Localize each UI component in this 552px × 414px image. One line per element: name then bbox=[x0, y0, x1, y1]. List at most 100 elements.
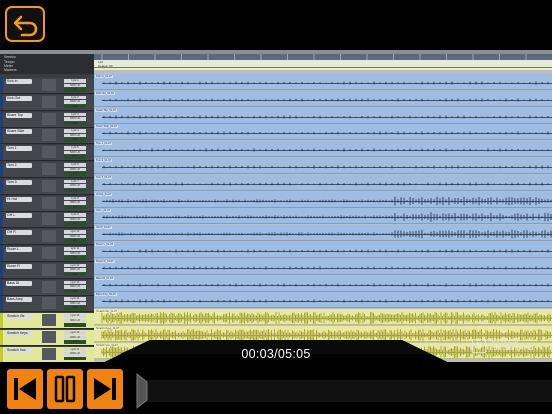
track-header[interactable]: HI Hat Lyric 8 MOK LR 0.0 bbox=[0, 195, 94, 217]
track-name[interactable]: Snare Side bbox=[6, 129, 32, 135]
output-selector[interactable]: MOK LR bbox=[64, 83, 86, 87]
scrubber-track[interactable] bbox=[136, 380, 552, 402]
track-lane[interactable]: Kick Out_01-01 bbox=[94, 90, 552, 107]
output-selector[interactable]: MOK LR bbox=[64, 301, 86, 306]
scrubber-thumb[interactable] bbox=[132, 366, 154, 414]
track-name[interactable]: Tom 1 bbox=[6, 146, 32, 152]
output-selector[interactable]: MOK LR bbox=[64, 268, 86, 272]
track-name[interactable]: Scratch Gtr bbox=[6, 314, 32, 320]
output-selector[interactable]: MOK LR bbox=[64, 335, 86, 339]
input-selector[interactable]: Lyric 10 bbox=[64, 230, 86, 234]
track-name[interactable]: Kick Out bbox=[6, 95, 32, 101]
track-name[interactable]: OH L bbox=[6, 213, 32, 219]
track-name[interactable]: OH R bbox=[6, 230, 32, 236]
track-header[interactable]: Scratch Gtr Lyric 15 MOK LR 0.0 bbox=[0, 313, 94, 335]
track-name[interactable]: Tom 2 bbox=[6, 163, 32, 168]
track-header[interactable]: Snare Side Lyric 4 MOK LR 0.0 bbox=[0, 128, 94, 150]
input-selector[interactable]: Lyric 4 bbox=[64, 129, 86, 133]
output-selector[interactable]: MOK LR bbox=[64, 234, 86, 239]
input-selector[interactable]: Lyric 9 bbox=[64, 213, 86, 217]
insert-slots[interactable] bbox=[42, 314, 56, 327]
insert-slots[interactable] bbox=[42, 247, 56, 259]
insert-slots[interactable] bbox=[42, 230, 56, 243]
track-header[interactable]: Snare Top Lyric 3 MOK LR 0.0 bbox=[0, 111, 94, 133]
back-button[interactable] bbox=[5, 6, 45, 42]
track-lane[interactable]: Room L_01-07 bbox=[94, 242, 552, 258]
input-selector[interactable]: Lyric 2 bbox=[64, 95, 86, 100]
track-header[interactable]: Tom 1 Lyric 5 MOK LR 0.0 bbox=[0, 145, 94, 167]
insert-slots[interactable] bbox=[42, 179, 56, 192]
track-name[interactable]: Kick In bbox=[6, 79, 32, 84]
output-selector[interactable]: MOK LR bbox=[64, 201, 86, 205]
track-header[interactable]: OH L Lyric 9 MOK LR 0.0 bbox=[0, 212, 94, 234]
output-selector[interactable]: MOK LR bbox=[64, 167, 86, 171]
output-selector[interactable]: MOK LR bbox=[64, 251, 86, 255]
input-selector[interactable]: Lyric 14 bbox=[64, 297, 86, 301]
insert-slots[interactable] bbox=[42, 95, 56, 108]
insert-slots[interactable] bbox=[42, 163, 56, 175]
input-selector[interactable]: Lyric 1 bbox=[64, 79, 86, 83]
insert-slots[interactable] bbox=[42, 297, 56, 310]
output-selector[interactable]: MOK LR bbox=[64, 285, 86, 289]
output-selector[interactable]: MOK LR bbox=[64, 217, 86, 222]
track-header[interactable]: Tom 2 Lyric 6 MOK LR 0.0 bbox=[0, 162, 94, 183]
track-lane[interactable]: OH L_01-07 bbox=[94, 208, 552, 225]
output-selector[interactable]: MOK LR bbox=[64, 100, 86, 104]
input-selector[interactable]: Lyric 16 bbox=[64, 331, 86, 335]
track-header[interactable]: Room L Lyric 11 MOK LR 0.0 bbox=[0, 246, 94, 267]
input-selector[interactable]: Lyric 11 bbox=[64, 247, 86, 251]
track-lane[interactable]: Room R_01-07 bbox=[94, 258, 552, 275]
output-selector[interactable]: MOK LR bbox=[64, 133, 86, 138]
track-lane[interactable]: Kick In_01-07 bbox=[94, 74, 552, 90]
insert-slots[interactable] bbox=[42, 280, 56, 293]
track-lane[interactable]: Snare Top_01-07 bbox=[94, 107, 552, 124]
input-selector[interactable]: Lyric 8 bbox=[64, 196, 86, 201]
output-selector[interactable]: MOK LR bbox=[64, 184, 86, 188]
next-button[interactable] bbox=[87, 369, 123, 409]
insert-slots[interactable] bbox=[42, 196, 56, 209]
track-lane[interactable]: Snare Side_01-07 bbox=[94, 124, 552, 141]
track-name[interactable]: HI Hat bbox=[6, 196, 32, 202]
track-lane[interactable]: Tom 2_01-07 bbox=[94, 158, 552, 174]
previous-button[interactable] bbox=[7, 369, 43, 409]
track-header[interactable]: Room R Lyric 12 MOK LR 0.0 bbox=[0, 262, 94, 284]
input-selector[interactable]: Lyric 3 bbox=[64, 112, 86, 117]
track-lane[interactable]: Bass DI_01-07 bbox=[94, 275, 552, 292]
track-header[interactable]: OH R Lyric 10 MOK LR 0.0 bbox=[0, 229, 94, 251]
track-header[interactable]: Tom 3 Lyric 7 MOK LR 0.0 bbox=[0, 178, 94, 200]
track-lane[interactable]: HI Hat_01-07 bbox=[94, 191, 552, 208]
track-lane[interactable]: Scratch Gtr_01-07 bbox=[94, 309, 552, 326]
track-name[interactable]: Room R bbox=[6, 263, 32, 269]
track-name[interactable]: Bass Amp bbox=[6, 297, 32, 303]
input-selector[interactable]: Lyric 5 bbox=[64, 146, 86, 150]
tempo-ruler[interactable]: 120 Default: 90 bbox=[94, 60, 552, 70]
track-name[interactable]: Tom 3 bbox=[6, 179, 32, 185]
insert-slots[interactable] bbox=[42, 146, 56, 159]
insert-slots[interactable] bbox=[42, 79, 56, 91]
input-selector[interactable]: Lyric 7 bbox=[64, 179, 86, 184]
track-header[interactable]: Bass Amp Lyric 14 MOK LR 0.0 bbox=[0, 296, 94, 318]
track-lane[interactable]: Tom 3_01-07 bbox=[94, 174, 552, 191]
output-selector[interactable]: MOK LR bbox=[64, 150, 86, 155]
track-lane[interactable]: Bass Amp_01-07 bbox=[94, 292, 552, 309]
track-header[interactable]: Kick In Lyric 1 MOK LR 0.0 bbox=[0, 78, 94, 99]
insert-slots[interactable] bbox=[42, 129, 56, 142]
track-name[interactable]: Room L bbox=[6, 247, 32, 252]
input-selector[interactable]: Lyric 12 bbox=[64, 263, 86, 268]
track-lane[interactable]: OH R_01-07 bbox=[94, 225, 552, 242]
input-selector[interactable]: Lyric 15 bbox=[64, 314, 86, 318]
input-selector[interactable]: Lyric 6 bbox=[64, 163, 86, 167]
track-name[interactable]: Snare Top bbox=[6, 112, 32, 118]
track-lane[interactable]: Tom 1_01-07 bbox=[94, 141, 552, 158]
insert-slots[interactable] bbox=[42, 263, 56, 276]
track-header[interactable]: Bass DI Lyric 13 MOK LR 0.0 bbox=[0, 279, 94, 301]
insert-slots[interactable] bbox=[42, 112, 56, 125]
track-name[interactable]: Bass DI bbox=[6, 280, 32, 286]
track-header[interactable]: Kick Out Lyric 2 MOK LR 0.0 bbox=[0, 94, 94, 116]
pause-button[interactable] bbox=[47, 369, 83, 409]
track-name[interactable]: Scratch Keys bbox=[6, 331, 32, 336]
input-selector[interactable]: Lyric 13 bbox=[64, 280, 86, 285]
insert-slots[interactable] bbox=[42, 213, 56, 226]
output-selector[interactable]: MOK LR bbox=[64, 318, 86, 323]
output-selector[interactable]: MOK LR bbox=[64, 117, 86, 121]
